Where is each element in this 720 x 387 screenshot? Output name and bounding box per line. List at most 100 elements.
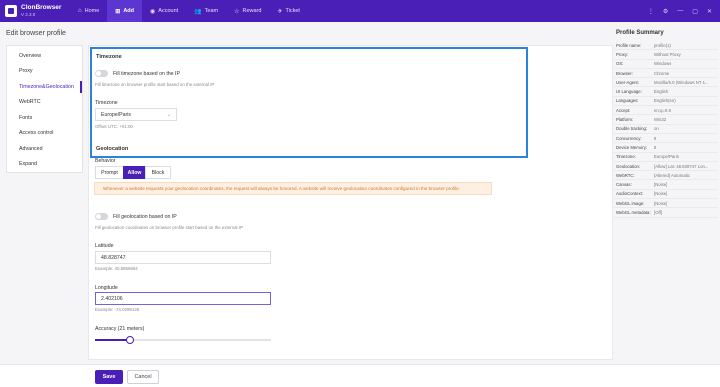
nav-label: Add bbox=[123, 8, 135, 14]
summary-value: en;q=0.9 bbox=[654, 107, 671, 113]
top-bar: ClonBrowser V 2.3.0 ⌂ Home ⊞ Add ◉ Account 👥 Te… bbox=[0, 0, 720, 22]
summary-value: 8 bbox=[654, 144, 657, 150]
more-icon[interactable]: ⋮ bbox=[648, 8, 654, 15]
side-menu-item[interactable]: Fonts bbox=[7, 110, 82, 126]
nav-label: Account bbox=[158, 8, 179, 14]
settings-icon[interactable]: ⚙ bbox=[663, 8, 668, 15]
summary-key: Timezone: bbox=[616, 154, 636, 160]
summary-key: WebRTC: bbox=[616, 172, 635, 178]
summary-key: Proxy: bbox=[616, 51, 629, 57]
summary-value: Win32 bbox=[654, 117, 667, 123]
summary-value: Mozilla/5.0 (Windows NT 1... bbox=[654, 79, 709, 85]
summary-key: WebGL image: bbox=[616, 200, 645, 206]
summary-value: profile(1) bbox=[654, 42, 671, 48]
summary-key: Platform: bbox=[616, 117, 634, 123]
summary-row: Device Memory: 8 bbox=[614, 143, 718, 153]
app-version: V 2.3.0 bbox=[21, 11, 36, 17]
summary-row: WebRTC: [Altered] Automatic bbox=[614, 171, 718, 181]
nav-team[interactable]: 👥 Team bbox=[186, 0, 226, 22]
side-menu-item[interactable]: Proxy bbox=[7, 64, 82, 80]
nav-reward[interactable]: ☆ Reward bbox=[226, 0, 269, 22]
summary-value: 8 bbox=[654, 135, 657, 141]
summary-value: Chrome bbox=[654, 70, 670, 76]
summary-value: [Noise] bbox=[654, 200, 668, 206]
longitude-example: Example: -74.0299136 bbox=[95, 307, 140, 312]
close-icon[interactable]: ✕ bbox=[707, 8, 712, 15]
summary-key: Accept: bbox=[616, 107, 631, 113]
maximize-icon[interactable]: ▢ bbox=[692, 8, 698, 15]
summary-key: Languages: bbox=[616, 98, 639, 104]
summary-row: Double tracking: on bbox=[614, 125, 718, 134]
summary-row: Languages: English(en) bbox=[614, 97, 718, 107]
timezone-highlight-box bbox=[90, 47, 528, 158]
summary-row: Concurrency: 8 bbox=[614, 134, 718, 144]
behavior-option-allow[interactable]: Allow bbox=[123, 166, 146, 179]
latitude-label: Latitude bbox=[95, 243, 114, 249]
accuracy-slider[interactable] bbox=[95, 336, 271, 344]
nav-add[interactable]: ⊞ Add bbox=[107, 0, 143, 22]
summary-row: Platform: Win32 bbox=[614, 115, 718, 125]
summary-row: Proxy: Without Proxy bbox=[614, 50, 718, 60]
side-menu-item[interactable]: WebRTC bbox=[7, 95, 82, 111]
summary-key: WebGL metadata: bbox=[616, 209, 651, 215]
save-button[interactable]: Save bbox=[95, 370, 123, 384]
summary-value: [Allow] Lat: 48.828747 Lon... bbox=[654, 163, 709, 169]
behavior-option-block[interactable]: Block bbox=[145, 166, 171, 179]
nav-label: Ticket bbox=[285, 8, 300, 14]
fill-geolocation-label: Fill geolocation based on IP bbox=[113, 214, 177, 220]
app-name: ClonBrowser bbox=[21, 4, 62, 11]
side-menu-item[interactable]: Overview bbox=[7, 48, 82, 64]
behavior-segmented-control: Prompt Allow Block bbox=[95, 166, 171, 179]
settings-side-menu: Overview Proxy Timezone&Geolocation WebRTC F… bbox=[6, 45, 83, 173]
minimize-icon[interactable]: — bbox=[677, 8, 683, 14]
summary-key: User-Agent: bbox=[616, 79, 639, 85]
summary-key: Double tracking: bbox=[616, 126, 648, 132]
summary-row: UI Language: English bbox=[614, 87, 718, 97]
longitude-label: Longitude bbox=[95, 285, 118, 291]
nav-label: Team bbox=[204, 8, 219, 14]
fill-geolocation-hint: Fill geolocation coordinates on browser … bbox=[95, 225, 243, 230]
side-menu-item[interactable]: Advanced bbox=[7, 141, 82, 157]
app-logo: ClonBrowser V 2.3.0 bbox=[0, 4, 70, 17]
side-menu-item[interactable]: Expand bbox=[7, 157, 82, 173]
window-controls: ⋮ ⚙ — ▢ ✕ bbox=[648, 8, 720, 15]
summary-row: OS: Windows bbox=[614, 60, 718, 69]
summary-value: [Altered] Automatic bbox=[654, 172, 691, 178]
side-menu-item[interactable]: Access control bbox=[7, 126, 82, 142]
summary-key: Geolocation: bbox=[616, 163, 641, 169]
summary-value: Europe/Paris bbox=[654, 154, 679, 160]
summary-row: AudioContext: [Noise] bbox=[614, 190, 718, 200]
logo-icon bbox=[5, 5, 17, 17]
fill-geolocation-toggle[interactable] bbox=[95, 213, 108, 220]
ticket-icon: ✈ bbox=[277, 8, 283, 15]
nav-label: Home bbox=[84, 8, 100, 14]
cancel-button[interactable]: Cancel bbox=[127, 370, 159, 384]
summary-row: Profile name: profile(1) bbox=[614, 41, 718, 51]
summary-key: Profile name: bbox=[616, 42, 642, 48]
nav-home[interactable]: ⌂ Home bbox=[70, 0, 107, 22]
summary-key: OS: bbox=[616, 61, 624, 67]
summary-row: Browser: Chrome bbox=[614, 69, 718, 79]
summary-key: Concurrency: bbox=[616, 135, 642, 141]
side-menu-item[interactable]: Timezone&Geolocation bbox=[7, 79, 82, 95]
behavior-option-prompt[interactable]: Prompt bbox=[95, 166, 124, 179]
latitude-input[interactable]: 48.828747 bbox=[95, 251, 271, 264]
summary-value: English(en) bbox=[654, 98, 676, 104]
summary-row: User-Agent: Mozilla/5.0 (Windows NT 1... bbox=[614, 78, 718, 88]
nav-account[interactable]: ◉ Account bbox=[142, 0, 186, 22]
summary-row: Geolocation: [Allow] Lat: 48.828747 Lon..… bbox=[614, 162, 718, 172]
account-icon: ◉ bbox=[150, 8, 156, 15]
longitude-input[interactable]: 2.402106 bbox=[95, 292, 271, 305]
latitude-example: Example: 40.8856954 bbox=[95, 266, 138, 271]
add-icon: ⊞ bbox=[115, 8, 121, 15]
accuracy-slider-fill bbox=[95, 339, 131, 341]
latitude-value: 48.828747 bbox=[101, 254, 126, 261]
accuracy-label: Accuracy (21 meters) bbox=[95, 326, 145, 332]
geolocation-alert: Whenever a website requests your geoloca… bbox=[94, 182, 492, 195]
nav-ticket[interactable]: ✈ Ticket bbox=[269, 0, 308, 22]
team-icon: 👥 bbox=[194, 8, 202, 15]
summary-key: UI Language: bbox=[616, 89, 642, 95]
longitude-value: 2.402106 bbox=[101, 295, 123, 302]
home-icon: ⌂ bbox=[78, 8, 82, 14]
summary-row: Canvas: [Noise] bbox=[614, 180, 718, 190]
